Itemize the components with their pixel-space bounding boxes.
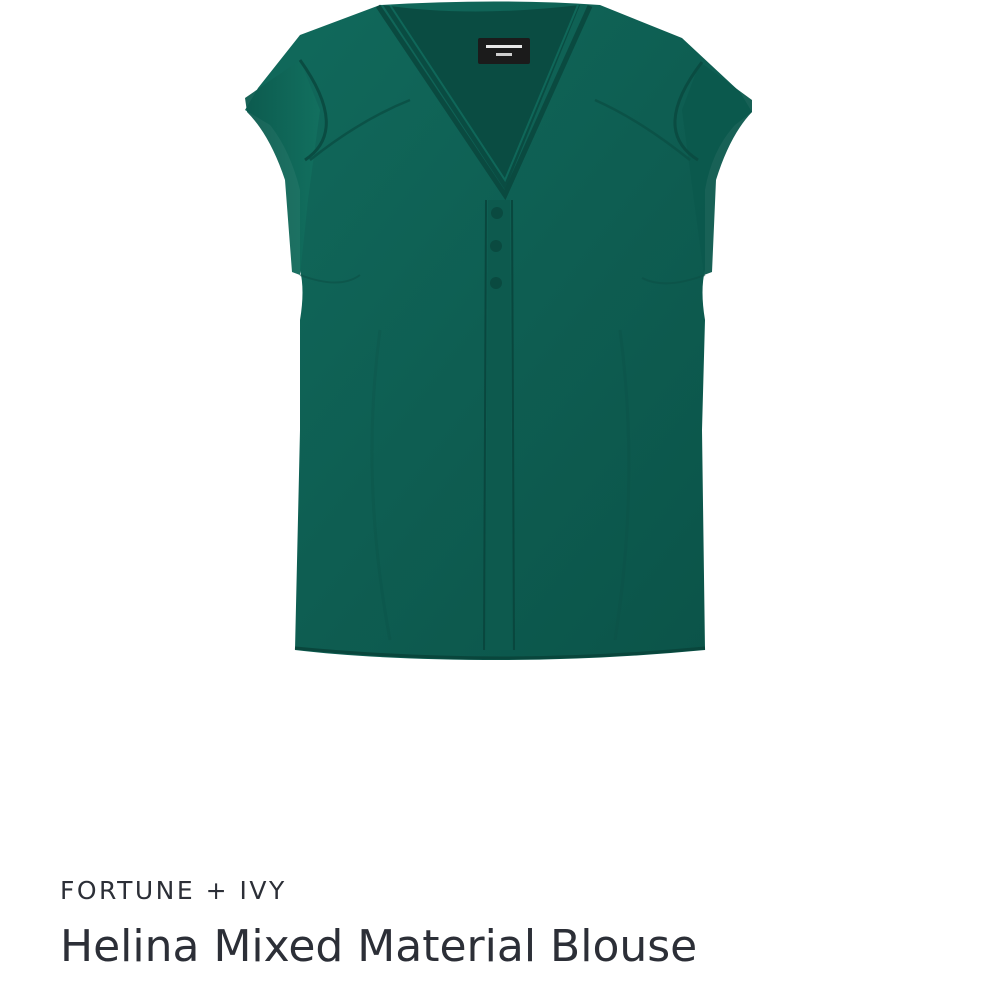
button-3 (490, 277, 502, 289)
product-image[interactable] (0, 0, 1000, 840)
button-2 (490, 240, 502, 252)
product-info: FORTUNE + IVY Helina Mixed Material Blou… (60, 878, 960, 969)
brand-name[interactable]: FORTUNE + IVY (60, 878, 960, 903)
product-page: FORTUNE + IVY Helina Mixed Material Blou… (0, 0, 1000, 1000)
button-1 (491, 207, 503, 219)
placket (486, 200, 512, 650)
garment-label (478, 38, 530, 64)
product-title[interactable]: Helina Mixed Material Blouse (60, 925, 960, 969)
